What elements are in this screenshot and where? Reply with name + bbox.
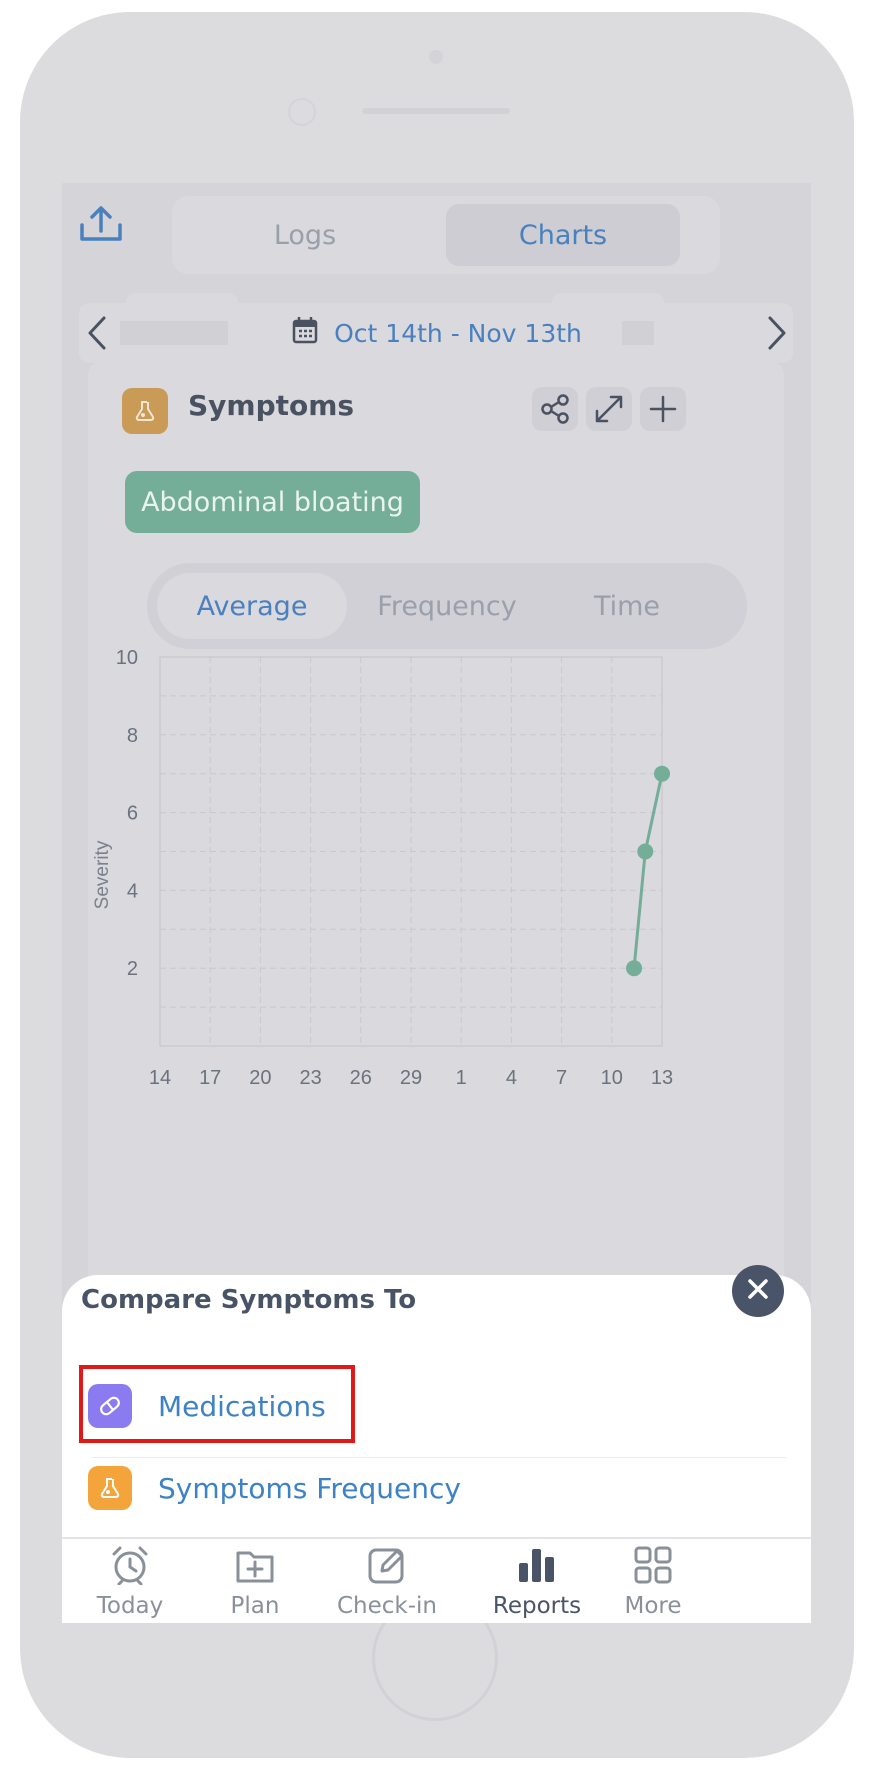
phone-camera (288, 98, 316, 126)
compare-symptoms-frequency-item[interactable]: Symptoms Frequency (88, 1457, 768, 1519)
grid-icon (633, 1545, 673, 1589)
nav-more-label: More (624, 1593, 682, 1619)
x-tick-label: 1 (456, 1067, 467, 1089)
y-tick-label: 4 (127, 880, 138, 902)
edit-icon (367, 1545, 407, 1589)
data-point (654, 765, 670, 782)
x-tick-label: 10 (601, 1067, 623, 1089)
severity-chart: 24681014 17 20 23 26 29 1 4 7 10 13 Severity (92, 647, 673, 1089)
nav-more[interactable]: More (578, 1537, 728, 1623)
nav-reports-label: Reports (492, 1593, 582, 1619)
close-icon (747, 1278, 769, 1304)
x-tick-label: 13 (651, 1067, 673, 1089)
close-button[interactable] (732, 1265, 784, 1317)
y-tick-label: 8 (127, 725, 138, 747)
data-point (637, 843, 654, 860)
data-point (626, 960, 643, 977)
nav-plan-label: Plan (230, 1593, 280, 1619)
app-screen: Logs Charts Oct 14th - Nov 13th Symptoms (62, 183, 811, 1623)
nav-today-label: Today (96, 1593, 164, 1619)
folder-plus-icon (235, 1545, 275, 1589)
highlight-box (79, 1365, 355, 1443)
y-tick-label: 2 (127, 958, 138, 980)
x-tick-label: 14 (149, 1067, 171, 1089)
y-axis-label: Severity (92, 840, 113, 909)
x-tick-label: 7 (556, 1067, 567, 1089)
x-tick-label: 29 (400, 1067, 422, 1089)
nav-check-in-label: Check-in (336, 1593, 438, 1619)
x-tick-label: 17 (199, 1067, 221, 1089)
alarm-clock-icon (110, 1545, 150, 1589)
symptom-icon (88, 1466, 132, 1510)
nav-check-in[interactable]: Check-in (312, 1537, 462, 1623)
x-tick-label: 4 (506, 1067, 517, 1089)
phone-sensor (429, 50, 443, 64)
y-tick-label: 10 (116, 647, 138, 669)
nav-plan[interactable]: Plan (180, 1537, 330, 1623)
phone-speaker (362, 108, 510, 114)
symptoms-frequency-label: Symptoms Frequency (158, 1471, 461, 1505)
x-tick-label: 23 (299, 1067, 321, 1089)
x-tick-label: 26 (350, 1067, 372, 1089)
y-tick-label: 6 (127, 803, 138, 825)
sheet-title: Compare Symptoms To (81, 1285, 417, 1315)
series-line (632, 773, 664, 969)
x-tick-label: 20 (249, 1067, 271, 1089)
bar-chart-icon (517, 1545, 557, 1589)
